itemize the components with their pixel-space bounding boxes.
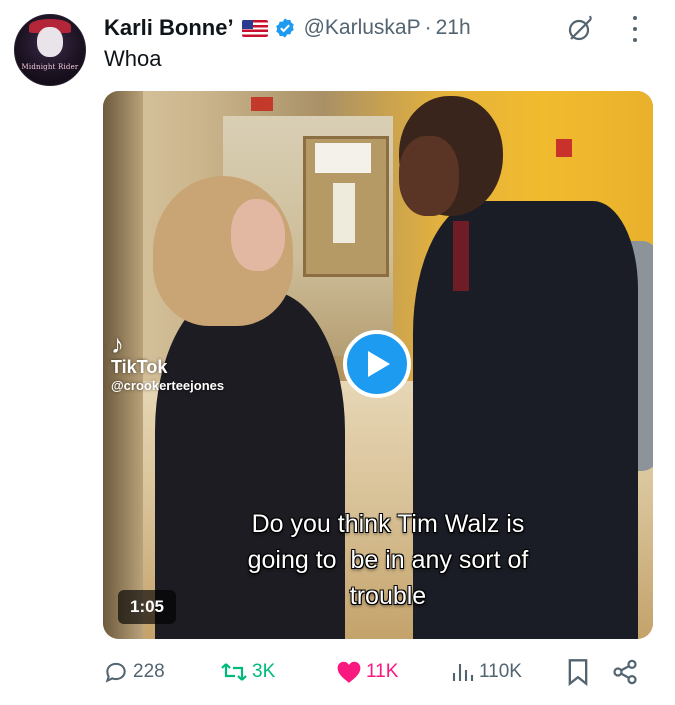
video-caption: Do you think Tim Walz is going to be in … (193, 506, 583, 614)
tweet-header: Karli Bonne’ @KarluskaP · 21h (104, 12, 471, 44)
reply-icon (105, 662, 126, 683)
play-button[interactable] (343, 330, 411, 398)
views-count: 110K (479, 661, 522, 682)
reply-count: 228 (133, 661, 165, 682)
caption-line-1: Do you think Tim Walz is (251, 510, 525, 538)
tiktok-logo-icon: ♪ (111, 329, 124, 359)
reply-button[interactable]: 228 (103, 655, 165, 689)
video-exit-sign (251, 97, 273, 111)
timestamp[interactable]: 21h (436, 16, 471, 40)
tweet-text: Whoa (104, 46, 162, 71)
video-person-right-face (399, 136, 459, 216)
avatar[interactable]: Midnight Rider (14, 14, 86, 86)
more-options-icon[interactable] (628, 16, 642, 42)
share-button[interactable] (611, 655, 643, 689)
views-button[interactable]: 110K (451, 655, 522, 689)
tweet-actions: 228 3K 11K 110K (103, 655, 663, 689)
views-icon (452, 664, 474, 681)
handle[interactable]: @KarluskaP (304, 16, 421, 40)
tiktok-username: @crookerteejones (111, 378, 225, 393)
caption-line-2: going to be in any sort of (247, 546, 529, 574)
play-icon (368, 351, 390, 377)
us-flag-icon (241, 19, 268, 37)
tiktok-watermark: ♪ TikTok @crookerteejones (111, 331, 224, 393)
separator-dot: · (424, 16, 432, 39)
like-count: 11K (366, 661, 399, 682)
verified-badge-icon (275, 18, 294, 38)
avatar-face (37, 27, 63, 57)
video-door-window (315, 143, 371, 173)
video-person-right-tie (453, 221, 469, 291)
share-icon (613, 659, 637, 685)
tiktok-brand: TikTok (111, 357, 168, 377)
video-fire-alarm (556, 139, 572, 157)
grok-icon[interactable] (565, 14, 595, 44)
repost-button[interactable]: 3K (220, 655, 275, 689)
display-name[interactable]: Karli Bonne’ (104, 15, 234, 41)
bookmark-button[interactable] (566, 655, 594, 689)
avatar-label: Midnight Rider (21, 63, 79, 71)
video-door-window-lower (333, 183, 355, 243)
repost-count: 3K (252, 661, 276, 682)
video-duration: 1:05 (118, 590, 176, 624)
video-player[interactable]: ♪ TikTok @crookerteejones Do you think T… (103, 91, 653, 639)
video-person-left-face (231, 199, 285, 271)
like-button[interactable]: 11K (336, 655, 398, 689)
caption-line-3: trouble (349, 582, 427, 610)
repost-icon (221, 663, 247, 681)
heart-icon (337, 661, 361, 683)
bookmark-icon (568, 659, 588, 686)
